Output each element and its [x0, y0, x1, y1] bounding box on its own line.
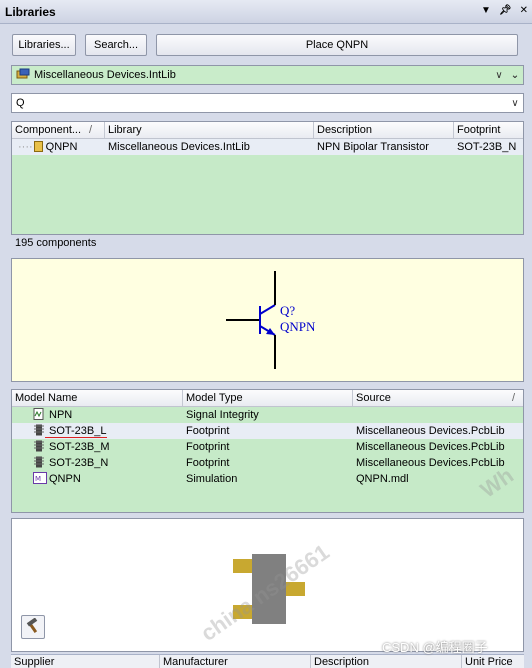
model-source: Miscellaneous Devices.PcbLib: [356, 425, 505, 437]
models-grid-header: Model Name Model Type Source /: [12, 390, 523, 407]
model-name: SOT-23B_L: [49, 425, 107, 437]
model-name: NPN: [49, 409, 73, 421]
component-description: NPN Bipolar Transistor: [317, 141, 429, 153]
column-header-model-type[interactable]: Model Type: [183, 390, 353, 406]
model-row[interactable]: SOT-23B_M Footprint Miscellaneous Device…: [12, 439, 523, 455]
model-row[interactable]: M QNPN Simulation QNPN.mdl: [12, 471, 523, 487]
simulation-icon: M: [33, 472, 47, 484]
footprint-icon: [33, 440, 45, 452]
filter-input-value[interactable]: Q: [12, 97, 507, 109]
libraries-button[interactable]: Libraries...: [12, 34, 76, 56]
components-grid: Component... / Library Description Footpr…: [11, 121, 524, 235]
panel-menu-icon[interactable]: ▼: [481, 5, 491, 16]
column-header-unit-price[interactable]: Unit Price: [462, 655, 524, 668]
column-header-model-name[interactable]: Model Name: [12, 390, 183, 406]
svg-text:M: M: [35, 475, 41, 483]
model-type: Footprint: [186, 441, 230, 453]
model-type: Simulation: [186, 473, 238, 485]
column-header-supplier[interactable]: Supplier: [11, 655, 160, 668]
component-icon: [33, 141, 43, 152]
red-underline: [45, 437, 107, 438]
model-name: SOT-23B_N: [49, 457, 109, 469]
footprint-icon: [33, 424, 45, 436]
model-type: Footprint: [186, 457, 230, 469]
filter-dropdown-icon[interactable]: ∨: [507, 98, 523, 109]
panel-title-bar: Libraries ▼ 📌︎ ✕: [0, 0, 532, 24]
close-icon[interactable]: ✕: [520, 5, 528, 16]
models-grid: Model Name Model Type Source / NPN Signal…: [11, 389, 524, 513]
signal-integrity-icon: [33, 408, 45, 420]
component-name: QNPN: [45, 141, 78, 153]
npn-transistor-symbol: Q? QNPN: [226, 271, 316, 369]
sort-icon: /: [89, 124, 93, 136]
column-header-supplier-description[interactable]: Description: [311, 655, 462, 668]
model-source: QNPN.mdl: [356, 473, 409, 485]
column-header-manufacturer[interactable]: Manufacturer: [160, 655, 311, 668]
credit-watermark: CSDN @编程圈子: [382, 640, 488, 655]
dropdown-arrow-icon[interactable]: ⌄: [507, 70, 523, 81]
schematic-preview: Q? QNPN: [11, 258, 524, 382]
place-button[interactable]: Place QNPN: [156, 34, 518, 56]
footprint-preview: [11, 518, 524, 652]
sort-icon: /: [511, 392, 515, 404]
model-type: Footprint: [186, 425, 230, 437]
column-header-description[interactable]: Description: [314, 122, 454, 138]
model-source: [353, 407, 523, 423]
column-header-library[interactable]: Library: [105, 122, 314, 138]
model-source: Miscellaneous Devices.PcbLib: [356, 457, 505, 469]
tree-line-icon: ····: [18, 141, 33, 153]
filter-input[interactable]: Q ∨: [11, 93, 524, 113]
column-header-component[interactable]: Component... /: [12, 122, 105, 138]
model-row[interactable]: NPN Signal Integrity: [12, 407, 523, 423]
model-type: Signal Integrity: [186, 409, 259, 421]
model-row[interactable]: SOT-23B_N Footprint Miscellaneous Device…: [12, 455, 523, 471]
panel-title: Libraries: [5, 4, 56, 19]
search-button[interactable]: Search...: [85, 34, 147, 56]
sot23-footprint-graphic: [233, 554, 305, 624]
component-count: 195 components: [15, 237, 97, 249]
comment-label: QNPN: [280, 319, 316, 334]
table-row[interactable]: ···· QNPN Miscellaneous Devices.IntLib NP…: [12, 139, 523, 155]
model-source: Miscellaneous Devices.PcbLib: [356, 441, 505, 453]
dropdown-chevron-icon[interactable]: ∨: [491, 70, 507, 81]
components-grid-header: Component... / Library Description Footpr…: [12, 122, 523, 139]
library-select-value: Miscellaneous Devices.IntLib: [34, 69, 176, 81]
supplier-grid-header: Supplier Manufacturer Description Unit P…: [11, 654, 524, 668]
pin-icon[interactable]: 📌︎: [499, 5, 512, 16]
component-footprint: SOT-23B_N: [457, 141, 517, 153]
model-name: QNPN: [49, 473, 81, 485]
column-header-source[interactable]: Source /: [353, 390, 523, 406]
model-row[interactable]: SOT-23B_L Footprint Miscellaneous Device…: [12, 423, 523, 439]
hammer-icon: [25, 616, 41, 637]
designator-label: Q?: [280, 303, 295, 318]
footprint-view-button[interactable]: [21, 615, 45, 639]
column-header-footprint[interactable]: Footprint: [454, 122, 523, 138]
library-select[interactable]: Miscellaneous Devices.IntLib ∨ ⌄: [11, 65, 524, 85]
library-icon: [12, 68, 32, 83]
component-library: Miscellaneous Devices.IntLib: [108, 141, 250, 153]
footprint-icon: [33, 456, 45, 468]
model-name: SOT-23B_M: [49, 441, 110, 453]
